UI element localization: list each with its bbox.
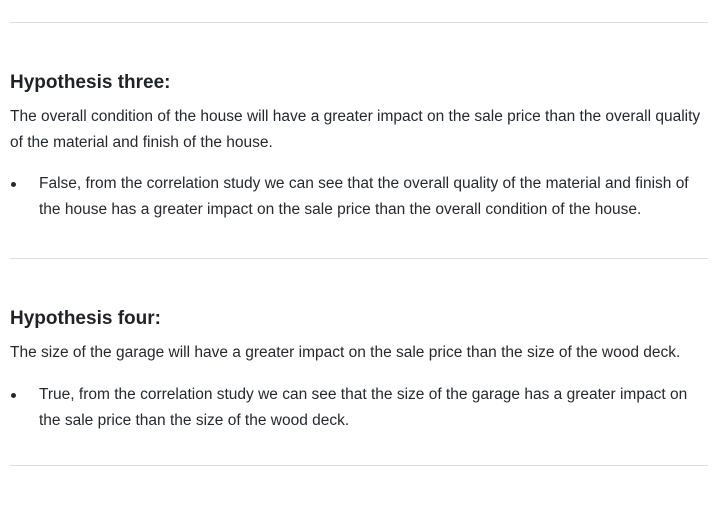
hypothesis-four-statement: The size of the garage will have a great… (10, 344, 681, 361)
bullet-icon (11, 182, 16, 187)
hypothesis-three-statement: The overall condition of the house will … (10, 108, 701, 151)
list-item: True, from the correlation study we can … (10, 382, 708, 434)
hypothesis-four-heading: Hypothesis four: (10, 308, 161, 329)
hypothesis-three-conclusion-list: False, from the correlation study we can… (10, 171, 708, 223)
section-divider (10, 22, 708, 23)
section-divider (10, 258, 708, 259)
markdown-content: Hypothesis three: The overall condition … (10, 0, 708, 466)
list-item: False, from the correlation study we can… (10, 171, 708, 223)
section-divider (10, 465, 708, 466)
hypothesis-three-heading: Hypothesis three: (10, 72, 171, 93)
bullet-icon (11, 393, 16, 398)
hypothesis-four-conclusion-list: True, from the correlation study we can … (10, 382, 708, 434)
hypothesis-four-conclusion: True, from the correlation study we can … (39, 386, 688, 429)
hypothesis-three-conclusion: False, from the correlation study we can… (39, 175, 689, 218)
